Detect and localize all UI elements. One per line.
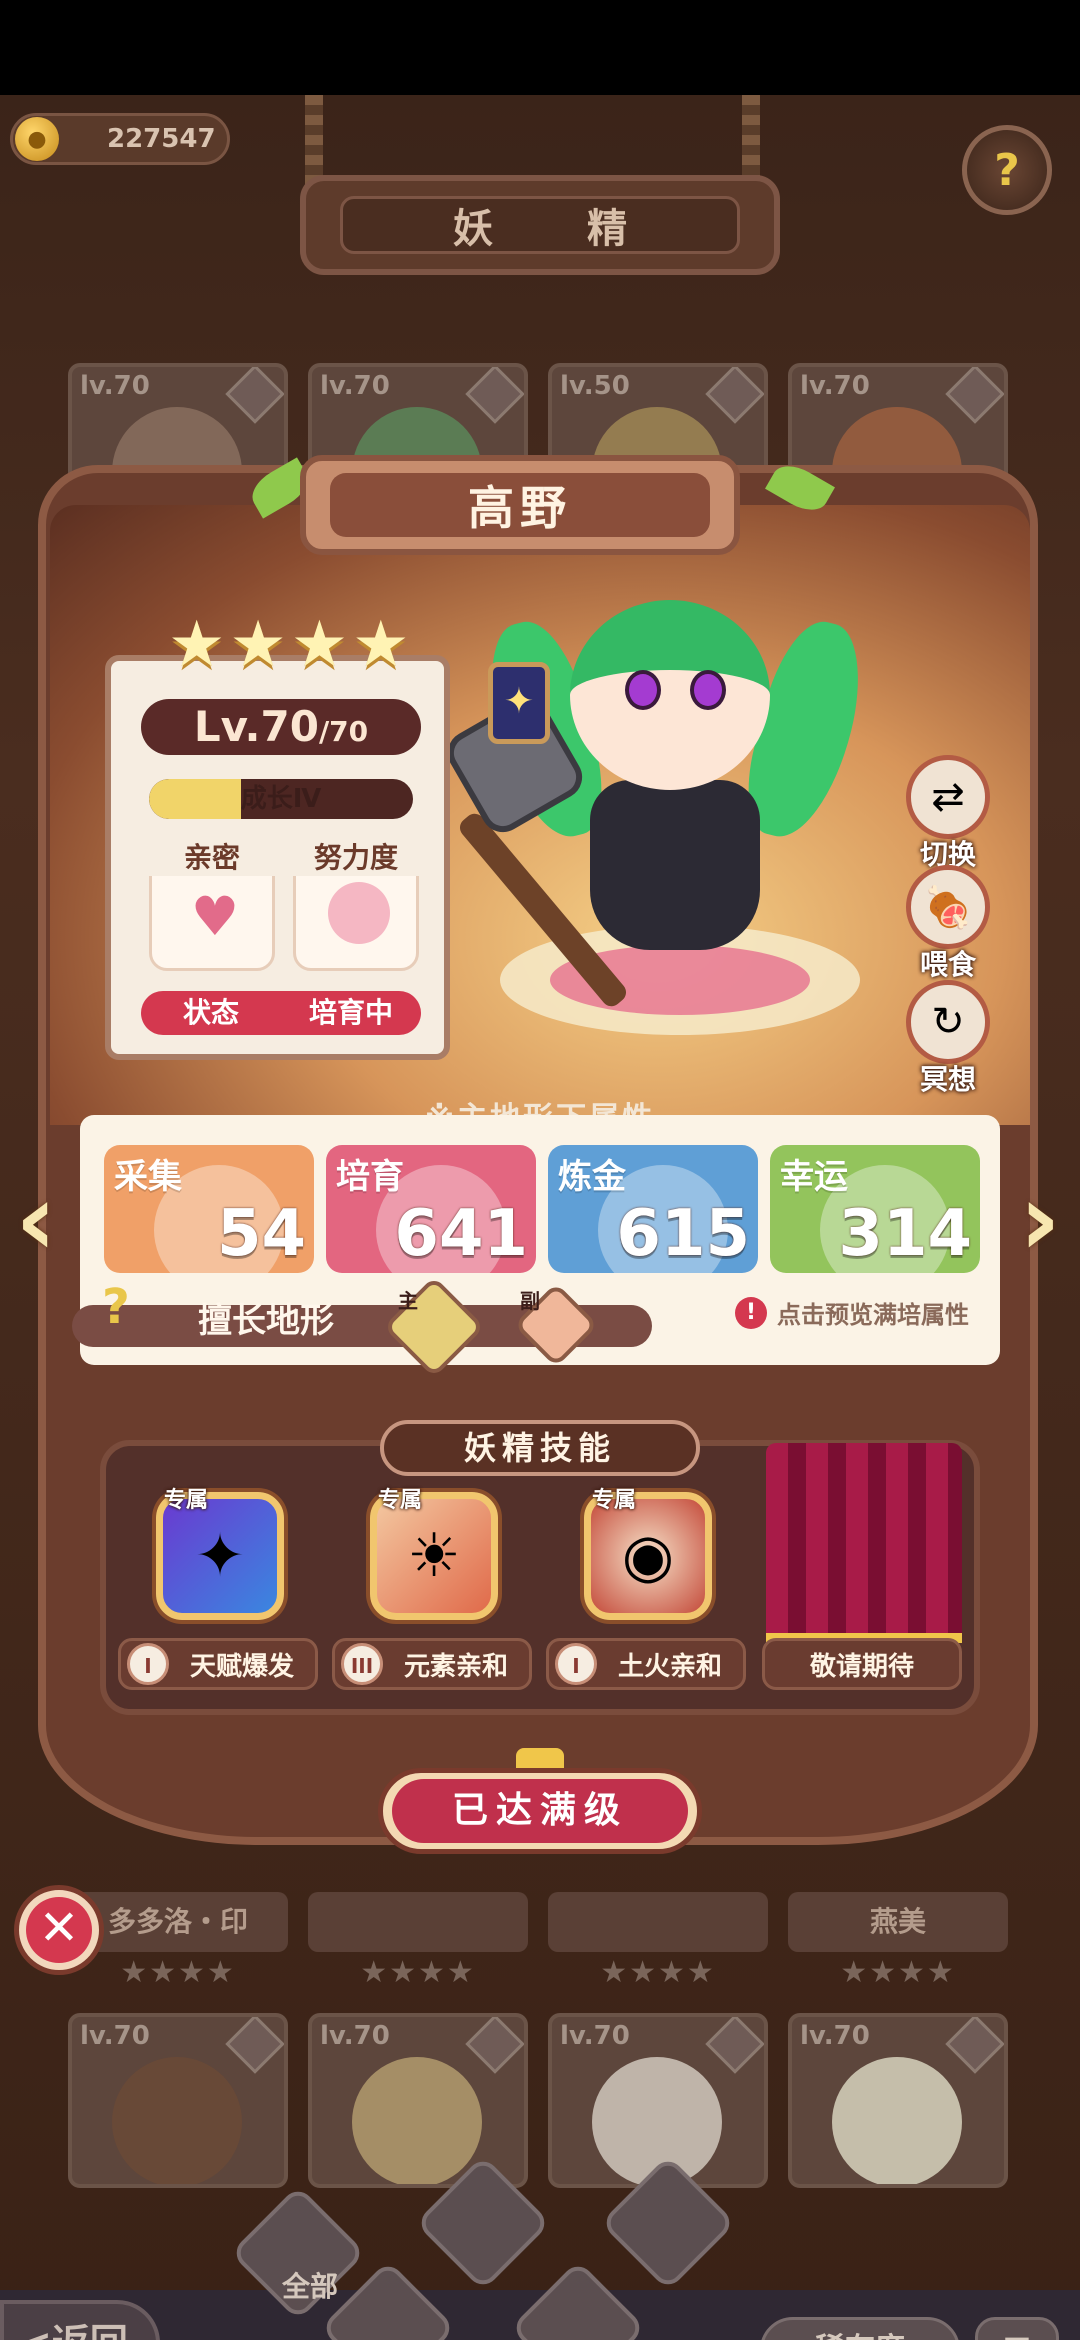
roster-card-name bbox=[548, 1892, 768, 1952]
intimacy-label: 亲密 bbox=[149, 836, 275, 876]
next-character-arrow[interactable]: › bbox=[1010, 1165, 1070, 1275]
back-button[interactable]: <返回 bbox=[0, 2300, 160, 2340]
status-bar: 状态 培育中 bbox=[141, 991, 421, 1035]
attribute-luck: 幸运 314 bbox=[770, 1145, 980, 1273]
effort-label: 努力度 bbox=[293, 836, 419, 876]
star-icon: ★ bbox=[229, 608, 287, 682]
skill-slot[interactable]: ◉ 专属 I 土火亲和 bbox=[546, 1488, 746, 1690]
star-icon: ★ bbox=[168, 608, 226, 682]
meat-icon: 🍖 bbox=[906, 865, 990, 949]
terrain-label: 擅长地形 bbox=[198, 1301, 334, 1341]
roster-card-level: lv.50 bbox=[560, 371, 630, 401]
terrain-icon bbox=[465, 367, 524, 424]
star-icon: ★ bbox=[290, 608, 349, 682]
hint-bulb-icon: ? bbox=[102, 1279, 130, 1335]
roster-card[interactable]: lv.70 bbox=[788, 2013, 1008, 2188]
alert-icon: ! bbox=[735, 1296, 767, 1329]
terrain-icon bbox=[945, 367, 1004, 424]
roster-card-name: 燕美 bbox=[788, 1892, 1008, 1952]
roster-card-name bbox=[308, 1892, 528, 1952]
roster-card-stars: ★★★★ bbox=[360, 1955, 476, 1990]
roster-card[interactable]: lv.70 bbox=[548, 2013, 768, 2188]
character-portrait bbox=[832, 2057, 962, 2184]
page-title-sign: 妖 精 bbox=[300, 175, 780, 275]
heart-icon: ♥ bbox=[190, 885, 240, 948]
attribute-gather: 采集 54 bbox=[104, 1145, 314, 1273]
star-icon: ★ bbox=[352, 608, 410, 682]
roster-card-level: lv.70 bbox=[80, 371, 150, 401]
rarity-sort-button[interactable]: 稀有度 bbox=[760, 2317, 960, 2340]
rarity-stars: ★ ★ ★ ★ bbox=[168, 612, 410, 678]
roster-card-stars: ★★★★ bbox=[840, 1955, 956, 1990]
switch-icon: ⇄ bbox=[906, 755, 990, 839]
skill-slot-coming-soon: 敬请期待 bbox=[762, 1490, 962, 1690]
roster-card-level: lv.70 bbox=[320, 371, 390, 401]
close-icon: ✕ bbox=[26, 1897, 92, 1963]
terrain-icon bbox=[225, 367, 284, 424]
max-level-button[interactable]: 已达满级 bbox=[378, 1768, 702, 1854]
feed-button[interactable]: 🍖 喂食 bbox=[898, 865, 998, 983]
terrain-icon bbox=[705, 367, 764, 424]
character-portrait bbox=[352, 2057, 482, 2184]
character-sprite[interactable] bbox=[439, 560, 876, 1030]
meditate-button[interactable]: ↻ 冥想 bbox=[898, 980, 998, 1098]
roster-card-level: lv.70 bbox=[80, 2021, 150, 2051]
roster-card-level: lv.70 bbox=[320, 2021, 390, 2051]
attribute-nurture: 培育 641 bbox=[326, 1145, 536, 1273]
meditate-icon: ↻ bbox=[906, 980, 990, 1064]
roster-card-stars: ★★★★ bbox=[120, 1955, 236, 1990]
status-label: 状态 bbox=[182, 996, 239, 1029]
roster-card[interactable]: lv.70 bbox=[308, 2013, 528, 2188]
help-button[interactable]: ? bbox=[962, 125, 1052, 215]
close-button[interactable]: ✕ bbox=[14, 1885, 104, 1975]
roster-card-stars: ★★★★ bbox=[600, 1955, 716, 1990]
sort-icon: ☰ bbox=[1003, 2331, 1032, 2340]
currency-value: 227547 bbox=[107, 124, 216, 154]
skill-slot[interactable]: ☀ 专属 III 元素亲和 bbox=[332, 1488, 532, 1690]
preview-max-attributes[interactable]: ! 点击预览满培属性 bbox=[735, 1295, 969, 1330]
roster-card-level: lv.70 bbox=[560, 2021, 630, 2051]
effort-blob-icon bbox=[328, 882, 390, 944]
growth-bar: 成长Ⅳ bbox=[149, 779, 413, 819]
terrain-icon bbox=[225, 2017, 284, 2074]
character-info-card: Lv.70/70 成长Ⅳ ♥ 亲密 努力度 状态 培育中 bbox=[105, 655, 450, 1060]
terrain-icon bbox=[465, 2017, 524, 2074]
switch-button[interactable]: ⇄ 切换 bbox=[898, 755, 998, 873]
roster-card[interactable]: lv.70 bbox=[68, 2013, 288, 2188]
character-name-plate: 高野 bbox=[300, 455, 740, 555]
skill-slot[interactable]: ✦ 专属 I 天赋爆发 bbox=[118, 1488, 318, 1690]
attribute-panel[interactable]: 采集 54 培育 641 炼金 615 幸运 314 ? 擅长地形 主 副 ! … bbox=[72, 1115, 1000, 1378]
character-portrait bbox=[112, 2057, 242, 2184]
status-value: 培育中 bbox=[308, 996, 393, 1029]
prev-character-arrow[interactable]: ‹ bbox=[6, 1165, 66, 1275]
currency-display: ● 227547 bbox=[10, 113, 230, 165]
level-display: Lv.70/70 bbox=[141, 699, 421, 755]
roster-card-level: lv.70 bbox=[800, 2021, 870, 2051]
character-name: 高野 bbox=[330, 473, 710, 537]
coin-icon: ● bbox=[15, 117, 59, 161]
skills-title: 妖精技能 bbox=[380, 1420, 700, 1476]
attribute-alchemy: 炼金 615 bbox=[548, 1145, 758, 1273]
main-terrain-mark: 主 bbox=[398, 1289, 418, 1313]
tarot-card-icon[interactable]: ✦ bbox=[488, 662, 550, 744]
sub-terrain-mark: 副 bbox=[520, 1289, 540, 1313]
sign-rope-left bbox=[305, 95, 323, 187]
question-icon: ? bbox=[994, 144, 1020, 196]
terrain-icon bbox=[705, 2017, 764, 2074]
roster-card-level: lv.70 bbox=[800, 371, 870, 401]
page-title: 妖 精 bbox=[340, 196, 740, 254]
terrain-icon bbox=[945, 2017, 1004, 2074]
sign-rope-right bbox=[742, 95, 760, 187]
sort-order-button[interactable]: ☰ bbox=[975, 2317, 1059, 2340]
